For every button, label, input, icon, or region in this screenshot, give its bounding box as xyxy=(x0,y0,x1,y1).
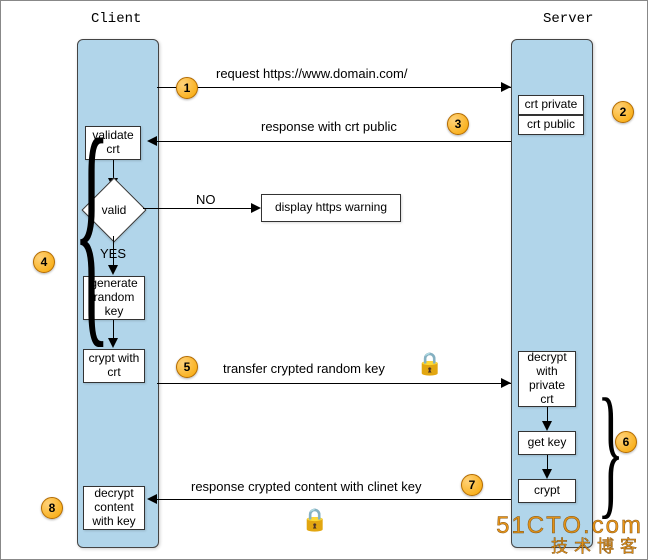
decrypt-content-box: decrypt content with key xyxy=(83,486,145,530)
brace-left: { xyxy=(73,102,110,401)
client-label: Client xyxy=(91,11,141,27)
watermark: 51CTO.com 技术博客 xyxy=(496,514,643,555)
no-line xyxy=(143,208,253,209)
msg7-text: response crypted content with clinet key xyxy=(191,479,422,494)
s1-arrow xyxy=(542,421,552,431)
step-4: 4 xyxy=(33,251,55,273)
step-8: 8 xyxy=(41,497,63,519)
get-key-box: get key xyxy=(518,431,576,455)
brace-right: } xyxy=(597,378,624,525)
step-3: 3 xyxy=(447,113,469,135)
step-2: 2 xyxy=(612,101,634,123)
msg7-line xyxy=(157,499,511,500)
lock-icon-2: 🔒 xyxy=(301,507,328,533)
watermark-line2: 技术博客 xyxy=(496,538,643,555)
crt-private-box: crt private xyxy=(518,95,584,115)
decrypt-private-box: decrypt with private crt xyxy=(518,351,576,407)
msg5-text: transfer crypted random key xyxy=(223,361,385,376)
step-1: 1 xyxy=(176,77,198,99)
msg3-arrow xyxy=(147,136,157,146)
crt-public-box: crt public xyxy=(518,115,584,135)
crypt-box: crypt xyxy=(518,479,576,503)
msg1-arrow xyxy=(501,82,511,92)
msg3-line xyxy=(157,141,511,142)
s2-arrow xyxy=(542,469,552,479)
no-arrow xyxy=(251,203,261,213)
msg1-text: request https://www.domain.com/ xyxy=(216,66,407,81)
https-handshake-diagram: Client Server request https://www.domain… xyxy=(0,0,648,560)
msg5-arrow xyxy=(501,378,511,388)
msg7-arrow xyxy=(147,494,157,504)
g2c-line xyxy=(113,320,114,340)
watermark-line1: 51CTO.com xyxy=(496,514,643,538)
server-label: Server xyxy=(543,11,593,27)
display-warning-box: display https warning xyxy=(261,194,401,222)
step-5: 5 xyxy=(176,356,198,378)
msg1-line xyxy=(157,87,511,88)
step-7: 7 xyxy=(461,474,483,496)
msg3-text: response with crt public xyxy=(261,119,397,134)
msg5-line xyxy=(157,383,511,384)
no-label: NO xyxy=(196,192,216,207)
lock-icon-1: 🔒 xyxy=(416,351,443,377)
